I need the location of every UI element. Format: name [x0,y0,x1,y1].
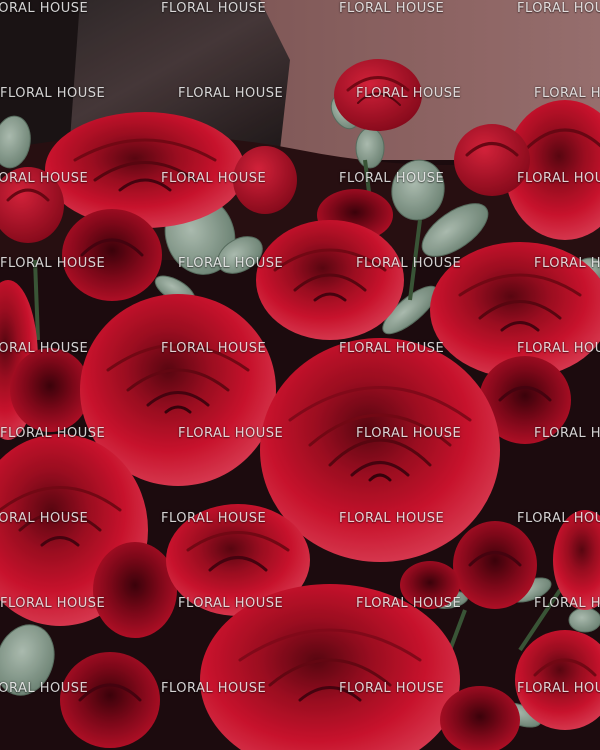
photo-stage: FLORAL HOUSEFLORAL HOUSEFLORAL HOUSEFLOR… [0,0,600,750]
roses-bouquet-photo [0,0,600,750]
